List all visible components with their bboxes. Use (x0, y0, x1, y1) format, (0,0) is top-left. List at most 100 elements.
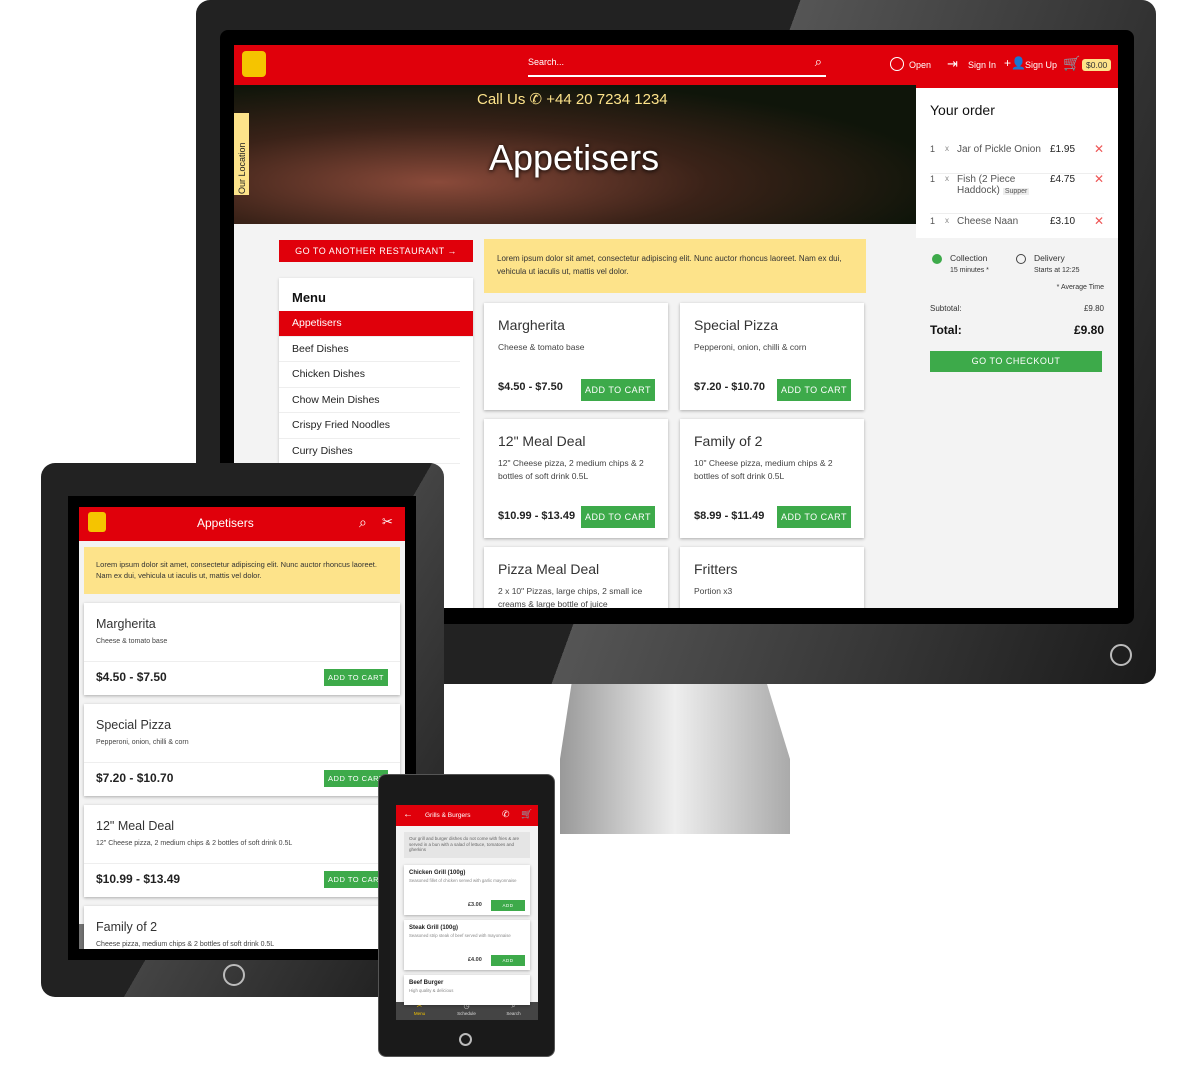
site-header: Search... ⌕ Open ⇥ Sign In +👤 Sign Up 🛒 $… (234, 45, 1118, 85)
divider (84, 762, 400, 763)
product-card: Special Pizza Pepperoni, onion, chilli & … (84, 704, 400, 796)
monitor-stand (560, 684, 790, 834)
product-price: $7.20 - $10.70 (96, 771, 174, 785)
product-card: Fritters Portion x3 (680, 547, 864, 608)
nav-item-schedule[interactable]: ◷ Schedule (443, 1003, 490, 1017)
subtotal-label: Subtotal: (930, 304, 962, 313)
sign-in-icon: ⇥ (947, 56, 958, 71)
product-desc: Cheese & tomato base (96, 638, 168, 645)
product-name: Special Pizza (694, 317, 779, 333)
phone-icon: ✆ (529, 91, 543, 108)
add-to-cart-button[interactable]: ADD TO CART (777, 506, 851, 528)
nav-label: Schedule (457, 1011, 476, 1016)
add-to-cart-button[interactable]: ADD TO CART (581, 506, 655, 528)
product-desc: Seasoned fillet of chicken served with g… (409, 878, 517, 883)
product-name: Chicken Grill (100g) (409, 870, 466, 876)
product-card: Margherita Cheese & tomato base $4.50 - $7… (484, 303, 668, 410)
nav-label: Menu (413, 1011, 426, 1016)
remove-item-icon[interactable]: ✕ (1094, 214, 1104, 228)
product-desc: Cheese pizza, medium chips & 2 bottles o… (96, 941, 275, 948)
cart-total-badge[interactable]: $0.00 (1082, 59, 1112, 71)
order-title: Your order (930, 102, 995, 118)
our-location-tab[interactable]: Our Location (234, 113, 249, 195)
order-options: Collection 15 minutes * Delivery Starts … (916, 238, 1118, 608)
product-name: Margherita (498, 317, 565, 333)
collection-label[interactable]: Collection (950, 253, 987, 263)
menu-item[interactable]: Appetisers (279, 311, 473, 337)
phone-number[interactable]: +44 20 7234 1234 (546, 91, 667, 108)
hero-title: Appetisers (489, 137, 660, 178)
call-icon[interactable]: ✆ (502, 809, 510, 820)
cart-item-name-text: Cheese Naan (957, 216, 1019, 227)
product-name: 12" Meal Deal (498, 433, 586, 449)
search-input[interactable]: Search... ⌕ (528, 54, 826, 77)
logo[interactable] (242, 51, 266, 77)
tablet-header: Appetisers ⌕ ✂ (79, 507, 405, 541)
sign-up-link[interactable]: Sign Up (1025, 60, 1057, 70)
nav-label: Search (506, 1011, 521, 1016)
product-price: $7.20 - $10.70 (694, 381, 765, 393)
cart-item-name: Fish (2 Piece Haddock) Supper (957, 174, 1049, 197)
phone-home-icon[interactable] (459, 1033, 472, 1046)
product-desc: 12" Cheese pizza, 2 medium chips & 2 bot… (96, 840, 293, 847)
cart-item-tag: Supper (1002, 188, 1030, 195)
cart-item-qty: 1 (930, 144, 936, 154)
product-price: $10.99 - $13.49 (96, 872, 181, 886)
another-restaurant-button[interactable]: GO TO ANOTHER RESTAURANT → (279, 240, 473, 262)
search-icon[interactable]: ⌕ (815, 54, 822, 70)
menu-item[interactable]: Chicken Dishes (279, 362, 460, 388)
nav-item-menu[interactable]: ✂ Menu (396, 1003, 443, 1017)
collection-radio[interactable] (932, 254, 942, 264)
sign-in-link[interactable]: Sign In (968, 60, 996, 70)
add-button[interactable]: ADD (491, 955, 525, 966)
product-name: Family of 2 (694, 433, 763, 449)
back-arrow-icon[interactable]: ← (403, 809, 413, 820)
cutlery-icon[interactable]: ✂ (382, 514, 393, 530)
cart-item-name-text: Jar of Pickle Onion (957, 144, 1041, 155)
search-icon[interactable]: ⌕ (359, 514, 367, 531)
add-button[interactable]: ADD (491, 900, 525, 911)
product-name: Special Pizza (96, 718, 172, 732)
product-card: Margherita Cheese & tomato base $4.50 - $7… (84, 603, 400, 695)
product-desc: Seasoned strip steak of beef served with… (409, 933, 511, 938)
tablet-power-icon[interactable] (223, 964, 245, 986)
remove-item-icon[interactable]: ✕ (1094, 172, 1104, 186)
add-to-cart-button[interactable]: ADD TO CART (777, 379, 851, 401)
total-label: Total: (930, 323, 962, 337)
cart-item-times: x (945, 216, 949, 225)
delivery-time: Starts at 12:25 (1034, 267, 1080, 274)
remove-item-icon[interactable]: ✕ (1094, 142, 1104, 156)
cart-item-price: £3.10 (1050, 216, 1076, 227)
cart-icon[interactable]: 🛒 (1063, 55, 1080, 72)
product-card: Family of 2 Cheese pizza, medium chips & … (84, 906, 400, 949)
product-card: Pizza Meal Deal 2 x 10" Pizzas, large chi… (484, 547, 668, 608)
delivery-radio[interactable] (1016, 254, 1026, 264)
menu-item[interactable]: Curry Dishes (279, 439, 460, 464)
menu-item[interactable]: Chow Mein Dishes (279, 388, 460, 413)
product-desc: Pepperoni, onion, chilli & corn (96, 739, 189, 746)
logo[interactable] (88, 512, 106, 532)
product-price: £3.00 (468, 902, 482, 908)
product-name: Pizza Meal Deal (498, 561, 600, 577)
tablet-title: Appetisers (197, 516, 254, 530)
product-price: £4.00 (468, 957, 482, 963)
cart-item-qty: 1 (930, 216, 936, 226)
phone-notice: Our grill and burger dishes do not come … (404, 832, 530, 858)
product-desc: Cheese & tomato base (498, 342, 585, 352)
delivery-label[interactable]: Delivery (1034, 253, 1065, 263)
menu-item[interactable]: Crispy Fried Noodles (279, 413, 460, 439)
add-to-cart-button[interactable]: ADD TO CART (324, 669, 388, 686)
power-icon[interactable] (1110, 644, 1132, 666)
user-add-icon: +👤 (1004, 56, 1026, 70)
open-status[interactable]: Open (909, 60, 931, 70)
checkout-button[interactable]: GO TO CHECKOUT (930, 351, 1102, 372)
cart-icon[interactable]: 🛒 (521, 809, 532, 820)
cart-item: 1 x Fish (2 Piece Haddock) Supper £4.75 ✕ (930, 172, 1104, 214)
add-to-cart-button[interactable]: ADD TO CART (581, 379, 655, 401)
product-desc: 2 x 10" Pizzas, large chips, 2 small ice… (498, 586, 643, 608)
product-price: $10.99 - $13.49 (498, 510, 576, 522)
product-card: 12" Meal Deal 12" Cheese pizza, 2 medium … (484, 419, 668, 538)
menu-item[interactable]: Beef Dishes (279, 337, 460, 362)
nav-item-search[interactable]: ⌕ Search (490, 1003, 537, 1017)
product-name: Margherita (96, 617, 156, 631)
